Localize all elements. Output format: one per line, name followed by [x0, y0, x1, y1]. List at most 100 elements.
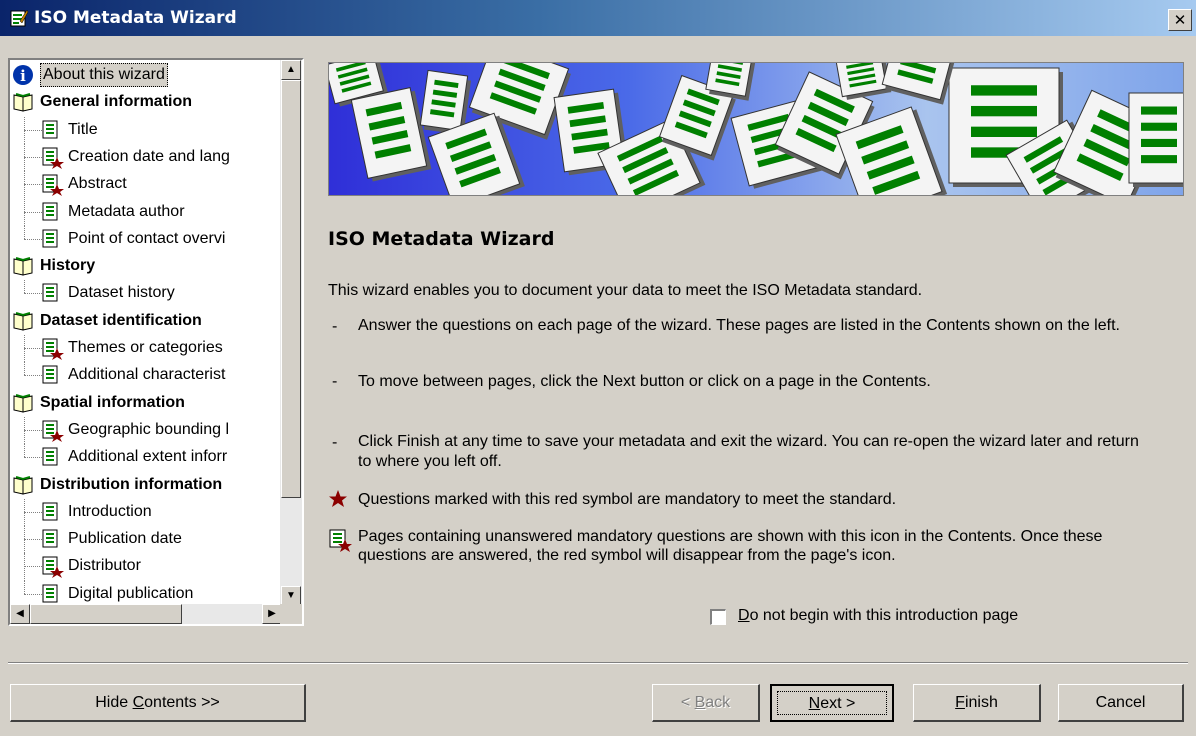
toc-item[interactable]: Distributor	[10, 553, 282, 581]
bullet-dash: -	[332, 434, 338, 451]
mandatory-page-icon	[329, 529, 352, 552]
tree-line	[24, 593, 42, 595]
toc-item-label: Distribution information	[40, 475, 223, 493]
toc-item-label: Metadata author	[68, 202, 185, 220]
scroll-up-button[interactable]: ▲	[281, 60, 301, 80]
toc-item[interactable]: Abstract	[10, 171, 282, 199]
bullet-dash: -	[332, 318, 338, 335]
toc-item[interactable]: Metadata author	[10, 198, 282, 226]
scroll-right-button[interactable]: ▶	[262, 604, 282, 624]
toc-item-label: Geographic bounding l	[68, 420, 230, 438]
toc-item[interactable]: Geographic bounding l	[10, 416, 282, 445]
toc-item[interactable]: Themes or categories	[10, 335, 282, 363]
page-icon	[42, 365, 58, 384]
tree-line	[24, 171, 25, 199]
bullet-dash: -	[332, 373, 338, 390]
cancel-button[interactable]: Cancel	[1058, 684, 1184, 722]
book-icon	[13, 475, 33, 495]
close-button[interactable]: ✕	[1168, 9, 1192, 31]
contents-tree[interactable]: i About this wizard General information Tit…	[8, 58, 304, 626]
toc-item-label: Title	[68, 120, 98, 138]
toc-item-label: Point of contact overvi	[68, 229, 226, 247]
toc-group[interactable]: Dataset identification	[10, 308, 282, 334]
page-icon	[42, 202, 58, 220]
tree-line	[24, 429, 42, 431]
mandatory-page-icon	[42, 338, 64, 360]
tree-line	[24, 444, 25, 458]
toc-item[interactable]: Point of contact overvi	[10, 225, 282, 252]
contents-list: i About this wizard General information Tit…	[10, 60, 282, 606]
toc-item[interactable]: Dataset history	[10, 280, 282, 306]
tree-line	[24, 116, 25, 144]
toc-item-label: Abstract	[68, 175, 127, 193]
mandatory-note: Questions marked with this red symbol ar…	[358, 491, 897, 508]
tree-line	[24, 335, 25, 363]
book-icon	[13, 393, 33, 413]
tree-line	[24, 280, 25, 294]
toc-item[interactable]: Creation date and lang	[10, 143, 282, 172]
mandatory-page-icon	[42, 174, 64, 197]
tree-line	[24, 511, 42, 513]
wizard-app-icon	[10, 9, 28, 27]
tree-line	[24, 526, 25, 554]
toc-item-label: Creation date and lang	[68, 147, 230, 165]
toc-group[interactable]: General information	[10, 89, 282, 115]
tree-line	[24, 129, 42, 131]
tree-line	[24, 539, 42, 541]
next-button[interactable]: Next >	[770, 684, 894, 722]
bullet-text: Answer the questions on each page of the…	[358, 317, 1120, 334]
info-icon: i	[13, 65, 33, 85]
book-icon	[13, 257, 33, 276]
page-icon	[42, 502, 58, 521]
tree-line	[24, 156, 42, 158]
hscroll-thumb[interactable]	[30, 604, 182, 624]
tree-line	[24, 238, 42, 240]
tree-line	[24, 293, 42, 295]
toc-item[interactable]: i About this wizard	[10, 62, 282, 88]
tree-line	[24, 375, 42, 377]
bullet-text: Click Finish at any time to save your me…	[358, 433, 1139, 470]
mandatory-page-icon	[42, 556, 64, 579]
tree-line	[24, 457, 42, 459]
tree-line	[24, 416, 25, 445]
toc-group[interactable]: Spatial information	[10, 390, 282, 416]
page-icon	[42, 529, 58, 548]
toc-item-label: About this wizard	[40, 63, 168, 87]
svg-text:i: i	[20, 67, 26, 85]
tree-line	[24, 553, 25, 581]
mandatory-page-icon	[42, 420, 64, 442]
toc-group[interactable]: History	[10, 253, 282, 279]
toc-item-label: History	[40, 257, 96, 275]
scroll-corner	[280, 604, 302, 624]
finish-button[interactable]: Finish	[913, 684, 1041, 722]
toc-item[interactable]: Publication date	[10, 526, 282, 554]
toc-item-label: Additional characterist	[68, 366, 226, 384]
toc-item-label: Dataset history	[68, 284, 175, 302]
horizontal-scrollbar[interactable]: ◀ ▶	[10, 604, 282, 624]
scroll-left-button[interactable]: ◀	[10, 604, 30, 624]
skip-intro-checkbox[interactable]	[710, 609, 726, 625]
skip-intro-label[interactable]: Do not begin with this introduction page	[738, 607, 1018, 625]
hide-contents-button[interactable]: Hide Contents >>	[10, 684, 306, 722]
toc-item-label: Spatial information	[40, 393, 185, 411]
tree-line	[24, 566, 42, 568]
banner-image	[328, 62, 1184, 196]
toc-item-label: Additional extent inforr	[68, 448, 228, 466]
tree-line	[24, 143, 25, 172]
toc-item[interactable]: Additional extent inforr	[10, 444, 282, 470]
scroll-down-button[interactable]: ▼	[281, 586, 301, 606]
bullet-text: To move between pages, click the Next bu…	[358, 373, 931, 390]
vertical-scrollbar[interactable]: ▲ ▼	[280, 60, 302, 606]
toc-item[interactable]: Introduction	[10, 498, 282, 527]
mandatory-page-icon	[42, 147, 64, 169]
toc-group[interactable]: Distribution information	[10, 472, 282, 498]
toc-item[interactable]: Digital publication	[10, 580, 282, 606]
icon-note: Pages containing unanswered mandatory qu…	[358, 528, 1103, 564]
toc-item[interactable]: Additional characterist	[10, 362, 282, 388]
back-button[interactable]: < Back	[652, 684, 760, 722]
title-bar: ISO Metadata Wizard ✕	[0, 0, 1196, 36]
intro-text: This wizard enables you to document your…	[328, 282, 923, 299]
window-title: ISO Metadata Wizard	[34, 8, 237, 28]
toc-item[interactable]: Title	[10, 116, 282, 144]
scroll-thumb[interactable]	[281, 80, 301, 498]
